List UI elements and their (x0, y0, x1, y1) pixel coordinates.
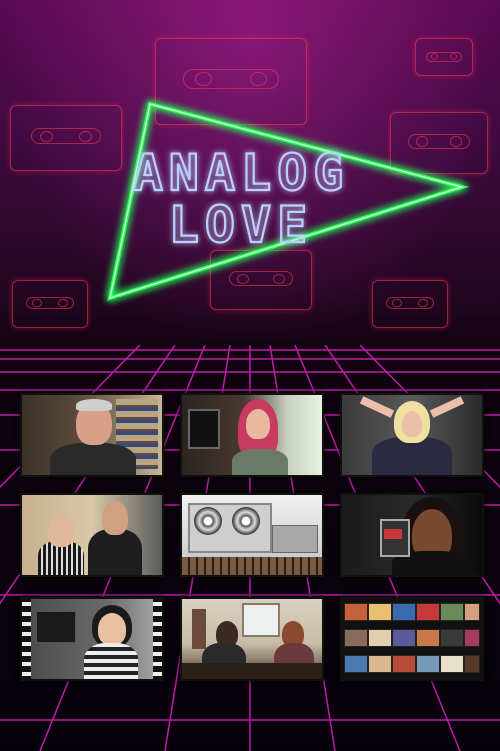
film-still-3 (340, 393, 484, 477)
film-still-4 (20, 493, 164, 577)
title-line-2: LOVE (169, 196, 313, 254)
film-still-2 (180, 393, 324, 477)
film-still-7 (20, 597, 164, 681)
title-logo: ANALOG LOVE (107, 101, 470, 301)
film-still-5 (180, 493, 324, 577)
title-line-1: ANALOG (133, 144, 350, 202)
film-still-1 (20, 393, 164, 477)
film-still-8 (180, 597, 324, 681)
film-still-9 (340, 597, 484, 681)
film-still-6 (340, 493, 484, 577)
movie-poster: ANALOG LOVE (0, 0, 500, 751)
